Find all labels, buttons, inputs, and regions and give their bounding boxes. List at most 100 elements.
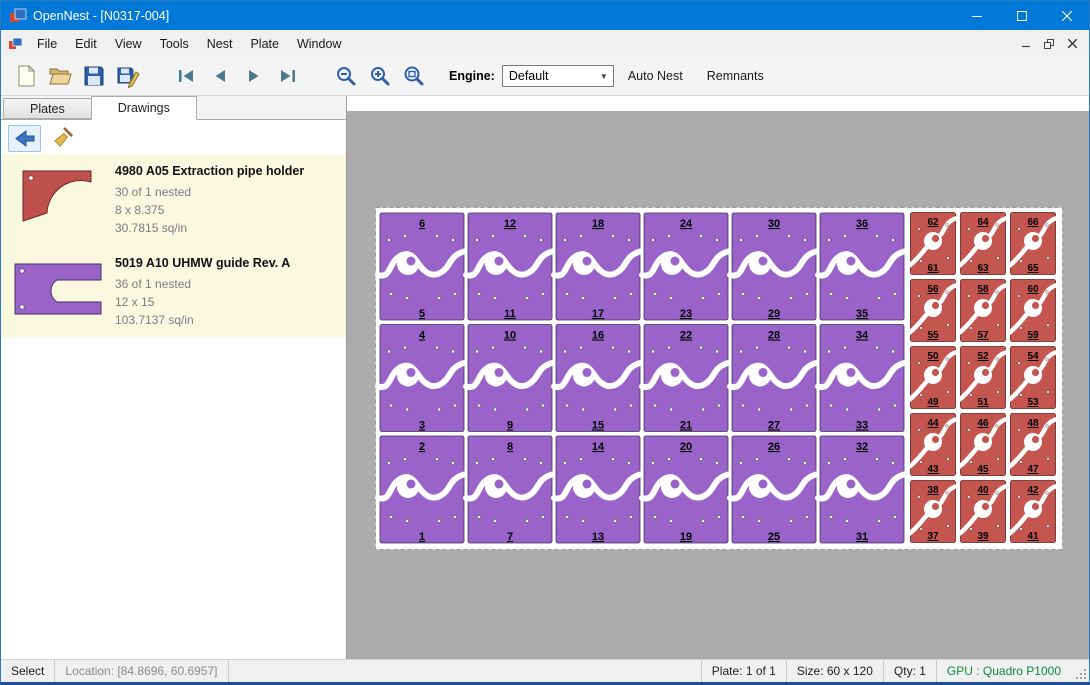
nested-part-pair-red[interactable]: 56 55 bbox=[909, 280, 957, 342]
nested-part-pair-red[interactable]: 64 63 bbox=[959, 213, 1007, 275]
main-area: Plates Drawings bbox=[1, 96, 1089, 659]
svg-text:26: 26 bbox=[768, 441, 780, 453]
svg-text:60: 60 bbox=[1027, 284, 1039, 295]
open-file-icon[interactable] bbox=[43, 61, 77, 91]
svg-text:45: 45 bbox=[977, 464, 989, 475]
nested-part-pair-red[interactable]: 52 51 bbox=[959, 347, 1007, 409]
drawing-area: 30.7815 sq/in bbox=[115, 219, 304, 237]
part-thumbnail-red bbox=[11, 161, 109, 237]
nested-part-pair-red[interactable]: 42 41 bbox=[1009, 481, 1057, 543]
nested-part-pair-purple[interactable]: 30 29 bbox=[730, 213, 818, 320]
save-as-icon[interactable] bbox=[111, 61, 145, 91]
nested-part-pair-red[interactable]: 54 53 bbox=[1009, 347, 1057, 409]
nested-part-pair-purple[interactable]: 22 21 bbox=[642, 325, 730, 432]
nested-part-pair-red[interactable]: 46 45 bbox=[959, 414, 1007, 476]
nested-part-pair-purple[interactable]: 12 11 bbox=[466, 213, 554, 320]
tab-drawings[interactable]: Drawings bbox=[91, 96, 197, 120]
nested-part-pair-red[interactable]: 48 47 bbox=[1009, 414, 1057, 476]
save-icon[interactable] bbox=[77, 61, 111, 91]
menu-file[interactable]: File bbox=[28, 31, 66, 57]
nested-part-pair-red[interactable]: 50 49 bbox=[909, 347, 957, 409]
zoom-out-icon[interactable] bbox=[329, 61, 363, 91]
drawing-item-1[interactable]: 4980 A05 Extraction pipe holder 30 of 1 … bbox=[1, 154, 346, 246]
maximize-icon[interactable] bbox=[999, 1, 1044, 30]
svg-text:34: 34 bbox=[856, 330, 869, 342]
nested-part-pair-purple[interactable]: 26 25 bbox=[730, 436, 818, 543]
svg-text:63: 63 bbox=[977, 263, 989, 274]
drawing-item-2[interactable]: 5019 A10 UHMW guide Rev. A 36 of 1 neste… bbox=[1, 246, 346, 338]
nest-plate[interactable]: 6 5 12 11 18 17 24 23 30 29 36 35 bbox=[375, 207, 1063, 550]
nested-part-pair-red[interactable]: 38 37 bbox=[909, 481, 957, 543]
mdi-minimize-icon[interactable] bbox=[1015, 34, 1038, 54]
svg-text:50: 50 bbox=[927, 351, 939, 362]
clean-broom-icon[interactable] bbox=[46, 125, 79, 152]
resize-grip[interactable] bbox=[1071, 660, 1089, 682]
zoom-in-icon[interactable] bbox=[363, 61, 397, 91]
nav-first-icon[interactable] bbox=[169, 61, 203, 91]
engine-value: Default bbox=[509, 69, 549, 83]
svg-text:65: 65 bbox=[1027, 263, 1039, 274]
nested-part-pair-purple[interactable]: 18 17 bbox=[554, 213, 642, 320]
window-title: OpenNest - [N0317-004] bbox=[33, 9, 169, 23]
panel-empty-space bbox=[1, 338, 346, 659]
drawing-size: 12 x 15 bbox=[115, 293, 290, 311]
menu-window[interactable]: Window bbox=[288, 31, 350, 57]
nested-part-pair-purple[interactable]: 34 33 bbox=[818, 325, 906, 432]
menu-nest[interactable]: Nest bbox=[198, 31, 242, 57]
nested-part-pair-purple[interactable]: 4 3 bbox=[378, 325, 466, 432]
remnants-button[interactable]: Remnants bbox=[697, 62, 774, 90]
nested-part-pair-purple[interactable]: 28 27 bbox=[730, 325, 818, 432]
menu-tools[interactable]: Tools bbox=[151, 31, 198, 57]
nested-part-pair-purple[interactable]: 16 15 bbox=[554, 325, 642, 432]
status-spacer bbox=[229, 660, 701, 682]
document-icon[interactable] bbox=[8, 37, 24, 51]
svg-text:22: 22 bbox=[680, 330, 692, 342]
drawing-name: 4980 A05 Extraction pipe holder bbox=[115, 161, 304, 183]
close-icon[interactable] bbox=[1044, 1, 1089, 30]
menu-edit[interactable]: Edit bbox=[66, 31, 106, 57]
nested-part-pair-red[interactable]: 58 57 bbox=[959, 280, 1007, 342]
mdi-restore-icon[interactable] bbox=[1038, 34, 1061, 54]
svg-text:44: 44 bbox=[927, 418, 939, 429]
mdi-close-icon[interactable] bbox=[1061, 34, 1084, 54]
svg-text:61: 61 bbox=[927, 263, 939, 274]
status-qty: Qty: 1 bbox=[883, 660, 936, 682]
new-file-icon[interactable] bbox=[9, 61, 43, 91]
svg-text:17: 17 bbox=[592, 308, 604, 320]
minimize-icon[interactable] bbox=[954, 1, 999, 30]
nav-last-icon[interactable] bbox=[271, 61, 305, 91]
nav-next-icon[interactable] bbox=[237, 61, 271, 91]
nested-part-pair-red[interactable]: 60 59 bbox=[1009, 280, 1057, 342]
nested-part-pair-red[interactable]: 66 65 bbox=[1009, 213, 1057, 275]
status-plate: Plate: 1 of 1 bbox=[701, 660, 786, 682]
nested-part-pair-purple[interactable]: 8 7 bbox=[466, 436, 554, 543]
svg-text:41: 41 bbox=[1027, 531, 1039, 542]
nested-part-pair-purple[interactable]: 14 13 bbox=[554, 436, 642, 543]
svg-text:32: 32 bbox=[856, 441, 868, 453]
nested-part-pair-purple[interactable]: 32 31 bbox=[818, 436, 906, 543]
tab-plates[interactable]: Plates bbox=[3, 98, 92, 119]
svg-text:49: 49 bbox=[927, 397, 939, 408]
nest-canvas[interactable]: 6 5 12 11 18 17 24 23 30 29 36 35 bbox=[347, 96, 1089, 659]
menu-view[interactable]: View bbox=[106, 31, 151, 57]
svg-text:16: 16 bbox=[592, 330, 604, 342]
svg-text:2: 2 bbox=[419, 441, 425, 453]
nested-part-pair-red[interactable]: 40 39 bbox=[959, 481, 1007, 543]
engine-select[interactable]: Default ▼ bbox=[502, 65, 614, 87]
nested-part-pair-purple[interactable]: 10 9 bbox=[466, 325, 554, 432]
nested-part-pair-red[interactable]: 62 61 bbox=[909, 213, 957, 275]
zoom-fit-icon[interactable] bbox=[397, 61, 431, 91]
nav-previous-icon[interactable] bbox=[203, 61, 237, 91]
app-icon bbox=[9, 8, 27, 24]
nested-part-pair-red[interactable]: 44 43 bbox=[909, 414, 957, 476]
menu-plate[interactable]: Plate bbox=[241, 31, 288, 57]
nested-part-pair-purple[interactable]: 6 5 bbox=[378, 213, 466, 320]
auto-nest-button[interactable]: Auto Nest bbox=[618, 62, 693, 90]
import-arrow-icon[interactable] bbox=[8, 125, 41, 152]
nested-part-pair-purple[interactable]: 2 1 bbox=[378, 436, 466, 543]
svg-text:46: 46 bbox=[977, 418, 989, 429]
nested-part-pair-purple[interactable]: 24 23 bbox=[642, 213, 730, 320]
nested-part-pair-purple[interactable]: 36 35 bbox=[818, 213, 906, 320]
status-mode: Select bbox=[1, 660, 55, 682]
nested-part-pair-purple[interactable]: 20 19 bbox=[642, 436, 730, 543]
